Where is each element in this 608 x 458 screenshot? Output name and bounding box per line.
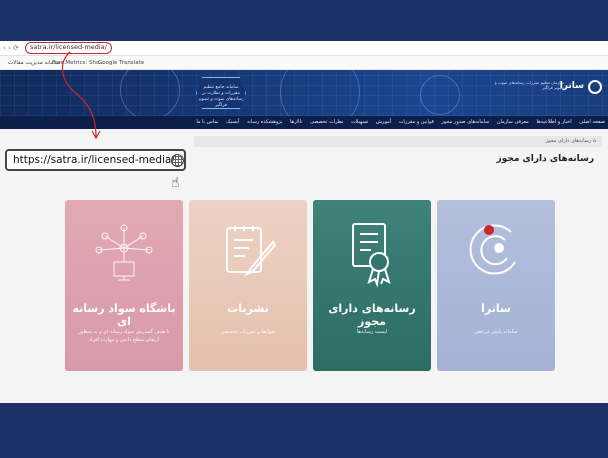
menu-item-home[interactable]: صفحه اصلی: [579, 116, 605, 129]
page-title: رسانه‌های دارای مجوز: [496, 154, 594, 164]
card-satra[interactable]: ساترا سامانه پایش مرجعی: [437, 200, 555, 371]
menu-item-opinions[interactable]: نظرات تخصصی: [310, 116, 343, 129]
card-publications[interactable]: نشریات ضوابط و مقررات تخصصی: [189, 200, 307, 371]
card-title: رسانه‌های دارای مجوز: [328, 302, 416, 328]
pointer-hand-icon: ☝: [171, 175, 180, 191]
card-description[interactable]: لیست رسانه‌ها: [321, 328, 423, 336]
card-licensed-media[interactable]: رسانه‌های دارای مجوز لیست رسانه‌ها: [313, 200, 431, 371]
card-title: باشگاه سواد رسانه ای: [72, 302, 176, 328]
main-menu: صفحه اصلی اخبار و اطلاعیه‌ها معرفی سازما…: [0, 116, 608, 129]
network-screen-icon: [95, 224, 153, 281]
menu-item-forums[interactable]: تالارها: [290, 116, 302, 129]
menu-item-isic[interactable]: آیسیک: [226, 116, 239, 129]
breadcrumb: ⌂ رسانه‌های دارای مجوز: [194, 136, 602, 147]
card-media-literacy-club[interactable]: باشگاه سواد رسانه ای با هدف گسترش سواد ر…: [65, 200, 183, 371]
document-pen-icon: [226, 226, 277, 277]
card-title: نشریات: [227, 302, 269, 315]
url-callout: https://satra.ir/licensed-media/: [5, 149, 186, 171]
card-description: ضوابط و مقررات تخصصی: [220, 329, 276, 335]
certificate-icon: [352, 223, 391, 288]
browser-screenshot: ‹ › ⟳ satra.ir/licensed-media/ سامانه مد…: [0, 41, 608, 403]
menu-item-research[interactable]: پژوهشکده رسانه: [247, 116, 282, 129]
menu-item-news[interactable]: اخبار و اطلاعیه‌ها: [536, 116, 571, 129]
site-header-banner: سامانه جامع تنظیم مقررات و نظارت بر رسان…: [0, 70, 608, 116]
bookmarks-bar: سامانه مدیریت مقالات ... Free Metrics: S…: [0, 56, 608, 70]
header-badge: سامانه جامع تنظیم مقررات و نظارت بر رسان…: [196, 77, 246, 109]
breadcrumb-current: رسانه‌های دارای مجوز: [545, 138, 592, 144]
menu-item-facilities[interactable]: تسهیلات: [351, 116, 368, 129]
address-bar[interactable]: ‹ › ⟳ satra.ir/licensed-media/: [0, 41, 608, 56]
card-title: ساترا: [481, 302, 511, 315]
browser-nav-icons[interactable]: ‹ › ⟳: [3, 44, 19, 52]
menu-item-about[interactable]: معرفی سازمان: [497, 116, 529, 129]
globe-icon: [171, 154, 184, 167]
card-description: سامانه پایش مرجعی: [474, 329, 518, 335]
callout-url-text: https://satra.ir/licensed-media/: [13, 154, 175, 166]
satra-emblem-icon: [469, 224, 516, 275]
site-logo-subtitle: سازمان تنظیم مقررات رسانه‌های صوت و تصوی…: [494, 80, 564, 90]
bookmark-2[interactable]: Free Metrics: Sho...: [52, 60, 104, 66]
satra-logo-icon[interactable]: [588, 80, 602, 94]
card-description: با هدف گسترش سواد رسانه ای و به منظور ار…: [78, 329, 170, 343]
menu-item-licensing[interactable]: سامانه‌های صدور مجوز: [441, 116, 489, 129]
address-url[interactable]: satra.ir/licensed-media/: [25, 42, 112, 54]
menu-item-training[interactable]: آموزش: [376, 116, 391, 129]
menu-item-laws[interactable]: قوانین و مقررات: [399, 116, 434, 129]
bookmark-3[interactable]: Google Translate: [98, 60, 144, 66]
home-icon[interactable]: ⌂: [591, 138, 596, 144]
menu-item-contact[interactable]: تماس با ما: [196, 116, 218, 129]
